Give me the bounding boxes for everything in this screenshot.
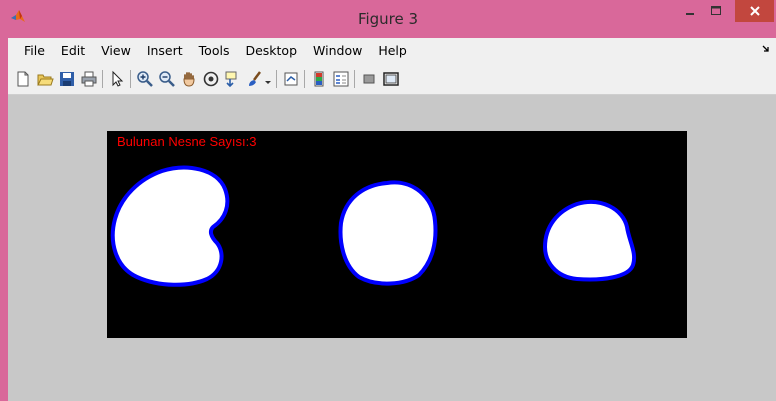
menu-edit[interactable]: Edit	[53, 38, 93, 64]
insert-legend-icon[interactable]	[332, 70, 350, 88]
pan-icon[interactable]	[180, 70, 198, 88]
brush-dropdown-icon[interactable]	[264, 70, 272, 88]
new-figure-icon[interactable]	[14, 70, 32, 88]
toolbar-separator	[102, 70, 103, 88]
close-button[interactable]	[735, 0, 774, 22]
toolbar-separator	[130, 70, 131, 88]
menu-window[interactable]: Window	[305, 38, 370, 64]
insert-colorbar-icon[interactable]	[310, 70, 328, 88]
segmented-image	[110, 165, 637, 287]
window-title: Figure 3	[357, 10, 419, 28]
maximize-button[interactable]	[704, 0, 728, 22]
detected-object-2	[338, 180, 438, 286]
show-plot-tools-icon[interactable]	[382, 70, 400, 88]
open-file-icon[interactable]	[36, 70, 54, 88]
toolbar-separator	[304, 70, 305, 88]
figure-window: Figure 3 File Edit View Insert Tools Des…	[0, 0, 776, 401]
save-figure-icon[interactable]	[58, 70, 76, 88]
hide-plot-tools-icon[interactable]	[360, 70, 378, 88]
menu-desktop[interactable]: Desktop	[237, 38, 305, 64]
print-figure-icon[interactable]	[80, 70, 98, 88]
detected-object-1	[110, 165, 230, 287]
toolbar-separator	[276, 70, 277, 88]
menu-help[interactable]: Help	[370, 38, 415, 64]
menu-file[interactable]: File	[8, 38, 53, 64]
object-count-label: Bulunan Nesne Sayısı:3	[117, 134, 257, 149]
zoom-out-icon[interactable]	[158, 70, 176, 88]
brush-icon[interactable]	[246, 70, 264, 88]
figure-toolbar	[8, 64, 776, 95]
edit-plot-icon[interactable]	[108, 70, 126, 88]
menu-insert[interactable]: Insert	[139, 38, 191, 64]
rotate-3d-icon[interactable]	[202, 70, 220, 88]
link-plot-icon[interactable]	[282, 70, 300, 88]
maximize-icon	[711, 6, 721, 15]
zoom-in-icon[interactable]	[136, 70, 154, 88]
menu-tools[interactable]: Tools	[191, 38, 238, 64]
data-cursor-icon[interactable]	[224, 70, 242, 88]
dock-arrow-icon[interactable]	[762, 45, 770, 56]
title-bar[interactable]: Figure 3	[0, 0, 776, 38]
image-axes[interactable]: Bulunan Nesne Sayısı:3	[107, 131, 687, 338]
minimize-button[interactable]	[678, 0, 702, 22]
detected-object-3	[542, 200, 637, 282]
toolbar-separator	[354, 70, 355, 88]
menu-view[interactable]: View	[93, 38, 139, 64]
minimize-icon	[686, 13, 694, 15]
close-icon	[749, 6, 760, 16]
menu-bar: File Edit View Insert Tools Desktop Wind…	[8, 38, 776, 64]
